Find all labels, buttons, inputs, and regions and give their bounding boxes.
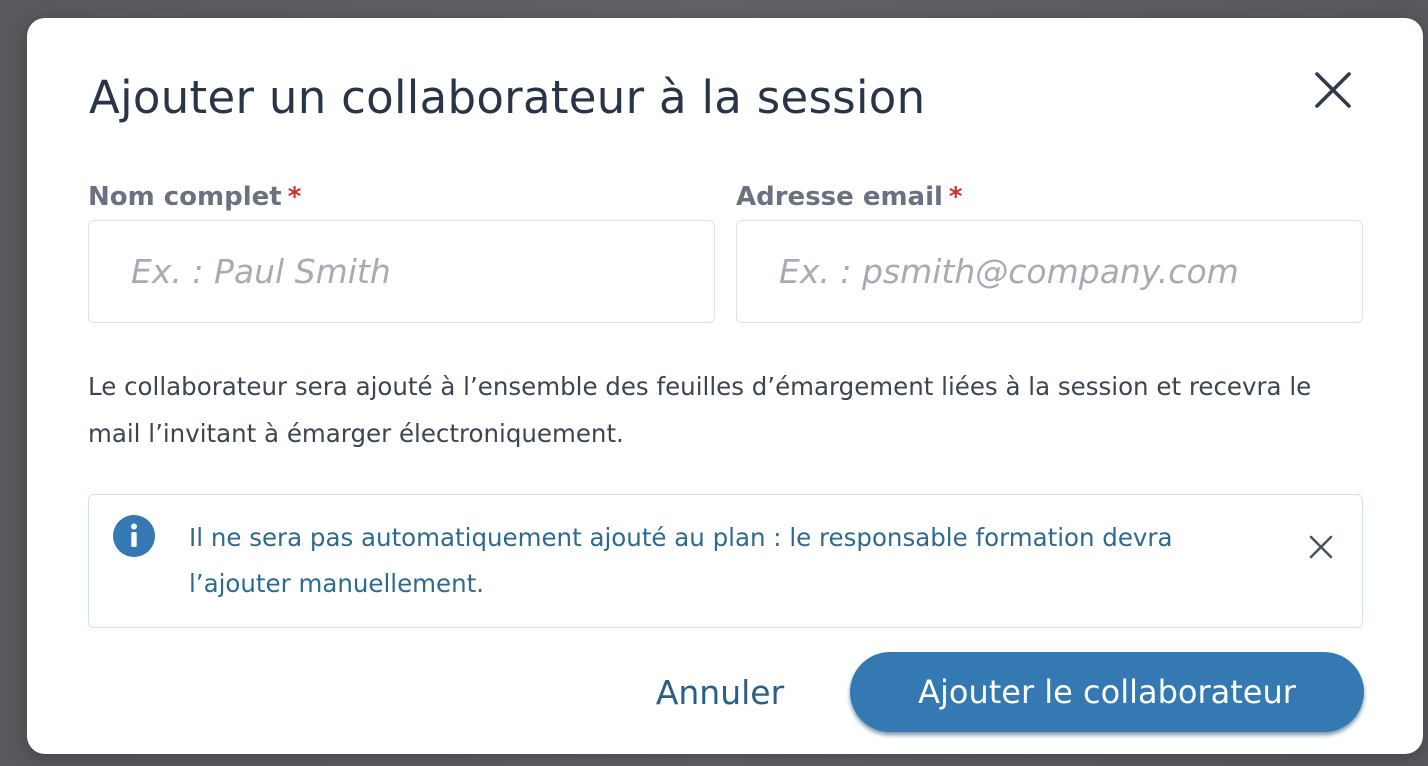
email-input[interactable] [736,220,1363,323]
add-collaborator-button[interactable]: Ajouter le collaborateur [850,652,1364,732]
required-mark: * [948,182,963,212]
info-banner-text: Il ne sera pas automatiquement ajouté au… [189,523,1173,598]
email-label-text: Adresse email [736,182,943,212]
email-field-label: Adresse email * [736,180,963,214]
close-icon [1309,535,1333,559]
dialog-close-button[interactable] [1311,68,1355,112]
info-banner-close-button[interactable] [1307,533,1335,561]
required-mark: * [287,182,302,212]
close-icon [1315,72,1351,108]
dialog-title: Ajouter un collaborateur à la session [89,71,926,124]
description-text: Le collaborateur sera ajouté à l’ensembl… [88,372,1312,448]
cancel-button[interactable]: Annuler [633,663,807,721]
name-field-label: Nom complet * [88,180,301,214]
full-name-input[interactable] [88,220,715,323]
info-icon [113,515,155,557]
add-collaborator-dialog: Ajouter un collaborateur à la session No… [27,18,1423,754]
name-label-text: Nom complet [88,182,282,212]
info-banner: Il ne sera pas automatiquement ajouté au… [88,494,1363,628]
